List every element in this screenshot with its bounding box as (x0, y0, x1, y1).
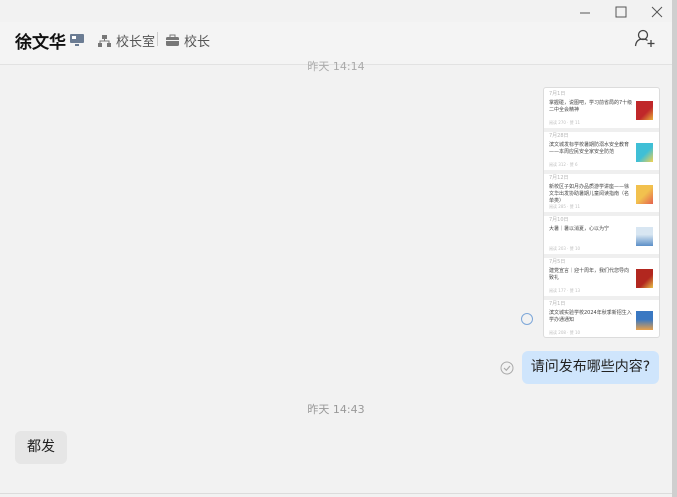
outgoing-message-bubble[interactable]: 请问发布哪些内容? (522, 351, 659, 384)
article-item[interactable]: 7月28日 滨文城发标学校暑期防溺水安全教育——本周应民安全家安全防范 阅读 3… (547, 132, 656, 170)
article-meta: 阅读 208 · 赞 10 (549, 330, 581, 335)
article-thumbnail (636, 101, 653, 120)
article-title: 掌握碰，说图吧，学习前省局的7十级二中全会精神 (549, 100, 633, 113)
article-thumbnail (636, 227, 653, 246)
article-item[interactable]: 7月1日 掌握碰，说图吧，学习前省局的7十级二中全会精神 阅读 270 · 赞 … (547, 90, 656, 128)
article-date: 7月1日 (549, 91, 566, 97)
timestamp: 昨天 14:43 (307, 403, 365, 416)
scrollbar-track[interactable] (672, 0, 677, 497)
article-date: 7月12日 (549, 175, 569, 181)
contact-name[interactable]: 徐文华 (15, 28, 66, 53)
article-thumbnail (636, 311, 653, 330)
article-list-card[interactable]: 7月1日 掌握碰，说图吧，学习前省局的7十级二中全会精神 阅读 270 · 赞 … (543, 87, 660, 338)
article-thumbnail (636, 143, 653, 162)
department-label: 校长室 (116, 35, 156, 50)
article-item[interactable]: 7月10日 大暑｜暑以消夏，心以为宁 阅读 203 · 赞 10 (547, 216, 656, 254)
close-icon[interactable] (649, 4, 665, 20)
article-date: 7月10日 (549, 217, 569, 223)
article-meta: 阅读 270 · 赞 11 (549, 120, 581, 125)
read-check-icon (500, 360, 514, 379)
article-title: 滨文城发标学校暑期防溺水安全教育——本周应民安全家安全防范 (549, 142, 630, 155)
article-meta: 阅读 203 · 赞 10 (549, 246, 581, 251)
briefcase-icon (166, 34, 179, 46)
article-title: 建党宣言｜迎十周年，我们代您导向致礼 (549, 268, 630, 281)
article-title: 大暑｜暑以消夏，心以为宁 (549, 226, 610, 232)
maximize-icon[interactable] (613, 4, 629, 20)
message-pending-icon (521, 313, 533, 325)
pc-status-icon (69, 32, 85, 51)
minimize-icon[interactable] (577, 4, 593, 20)
article-thumbnail (636, 185, 653, 204)
role-label: 校长 (184, 35, 211, 50)
article-item[interactable]: 7月1日 滨文城实验学校2024年秋季新招生入学办通通知 阅读 208 · 赞 … (547, 300, 656, 337)
article-title: 滨文城实验学校2024年秋季新招生入学办通通知 (549, 310, 632, 323)
article-date: 7月5日 (549, 259, 566, 265)
article-date: 7月1日 (549, 301, 566, 307)
article-item[interactable]: 7月5日 建党宣言｜迎十周年，我们代您导向致礼 阅读 177 · 赞 13 (547, 258, 656, 296)
input-divider (0, 493, 672, 494)
article-meta: 阅读 285 · 赞 11 (549, 204, 581, 209)
article-item[interactable]: 7月12日 新校区子如月办品质游学讲座——徐文华出发协助暑期儿童阅读指南（名单类… (547, 174, 656, 212)
org-department[interactable]: 校长室 (97, 31, 155, 50)
article-meta: 阅读 177 · 赞 13 (549, 288, 581, 293)
chat-window: 徐文华 校长室 校长 昨天 14:14 7月1日 掌握碰，说图吧，学习前省局的7… (0, 0, 672, 497)
org-chart-icon (98, 34, 111, 47)
incoming-message-bubble[interactable]: 都发 (15, 431, 67, 464)
role-info: 校长 (165, 31, 210, 50)
article-date: 7月28日 (549, 133, 569, 139)
article-thumbnail (636, 269, 653, 288)
header-divider (157, 32, 158, 46)
timestamp-top: 昨天 14:14 (307, 60, 365, 73)
add-user-icon[interactable] (634, 28, 656, 52)
article-meta: 阅读 312 · 赞 6 (549, 162, 578, 167)
article-title: 新校区子如月办品质游学讲座——徐文华出发协助暑期儿童阅读指南（名单类） (549, 184, 630, 204)
